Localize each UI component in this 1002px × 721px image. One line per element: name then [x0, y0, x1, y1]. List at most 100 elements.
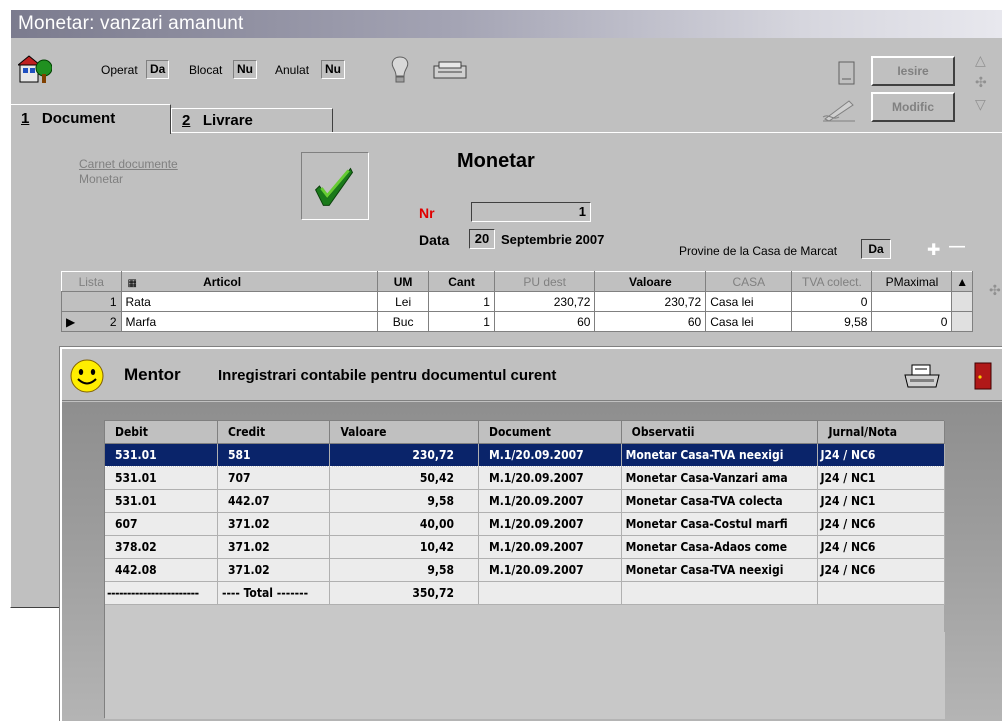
col-um[interactable]: UM — [376, 271, 430, 292]
document-cell[interactable]: M.1/20.09.2007 — [478, 489, 622, 513]
observatii-cell[interactable]: Monetar Casa-TVA neexigi — [621, 558, 819, 582]
valoare-cell[interactable]: 50,42 — [329, 466, 480, 490]
exit-door-icon[interactable] — [972, 362, 994, 390]
table-row[interactable]: 531.01 442.07 9,58 M.1/20.09.2007 Moneta… — [105, 489, 945, 513]
cash-register-icon[interactable] — [431, 60, 469, 82]
table-row[interactable]: 378.02 371.02 10,42 M.1/20.09.2007 Monet… — [105, 535, 945, 559]
pu-dest-cell[interactable]: 60 — [493, 311, 596, 332]
add-cross-icon[interactable]: ✣ — [975, 74, 987, 91]
pmaximal-cell[interactable] — [871, 291, 953, 312]
col-articol[interactable]: ▦ Articol — [120, 271, 378, 292]
valoare-cell[interactable]: 10,42 — [329, 535, 480, 559]
col-pu-dest[interactable]: PU dest — [493, 271, 596, 292]
document-cell[interactable]: M.1/20.09.2007 — [478, 466, 622, 490]
document-cell[interactable]: M.1/20.09.2007 — [478, 535, 622, 559]
printer-icon[interactable] — [902, 363, 942, 391]
articol-cell[interactable]: Marfa — [120, 311, 378, 332]
nr-field[interactable]: 1 — [471, 202, 591, 222]
col-debit[interactable]: Debit — [105, 421, 218, 444]
valoare-cell[interactable]: 230,72 — [329, 443, 480, 467]
observatii-cell[interactable]: Monetar Casa-Adaos come — [621, 535, 819, 559]
col-pmaximal[interactable]: PMaximal — [871, 271, 953, 292]
document-cell[interactable]: M.1/20.09.2007 — [478, 443, 622, 467]
grid-scroll-up-icon[interactable]: ▲ — [951, 271, 973, 292]
col-valoare[interactable]: Valoare — [594, 271, 707, 292]
grid-scrollbar[interactable] — [951, 291, 973, 312]
col-observatii[interactable]: Observatii — [621, 421, 819, 444]
debit-cell[interactable]: 442.08 — [105, 558, 218, 582]
jurnal-cell[interactable]: J24 / NC6 — [817, 535, 945, 559]
remove-row-icon[interactable]: — — [949, 238, 965, 256]
valoare-cell[interactable]: 9,58 — [329, 489, 480, 513]
casa-cell[interactable]: Casa lei — [705, 311, 793, 332]
add-row-icon[interactable]: ✚ — [927, 240, 940, 260]
jurnal-cell[interactable]: J24 / NC1 — [817, 489, 945, 513]
jurnal-cell[interactable]: J24 / NC1 — [817, 466, 945, 490]
casa-cell[interactable]: Casa lei — [705, 291, 793, 312]
debit-cell[interactable]: 378.02 — [105, 535, 218, 559]
col-lista[interactable]: Lista — [61, 271, 122, 292]
observatii-cell[interactable]: Monetar Casa-TVA neexigi — [621, 443, 819, 467]
document-cell[interactable]: M.1/20.09.2007 — [478, 512, 622, 536]
observatii-cell[interactable]: Monetar Casa-Costul marfi — [621, 512, 819, 536]
lightbulb-icon[interactable] — [389, 55, 411, 85]
tab-document[interactable]: 1 Document — [11, 104, 171, 134]
scroll-down-arrow-icon[interactable]: ▽ — [975, 96, 986, 113]
observatii-cell[interactable]: Monetar Casa-TVA colecta — [621, 489, 819, 513]
um-cell[interactable]: Lei — [376, 291, 430, 312]
valoare-cell[interactable]: 60 — [594, 311, 707, 332]
jurnal-cell[interactable]: J24 / NC6 — [817, 512, 945, 536]
col-jurnal-nota[interactable]: Jurnal/Nota — [817, 421, 945, 444]
um-cell[interactable]: Buc — [376, 311, 430, 332]
data-month-year[interactable]: Septembrie 2007 — [501, 232, 604, 247]
pu-dest-cell[interactable]: 230,72 — [493, 291, 596, 312]
grid-scrollbar[interactable] — [951, 311, 973, 332]
data-day-field[interactable]: 20 — [469, 229, 495, 249]
valoare-cell[interactable]: 9,58 — [329, 558, 480, 582]
table-row[interactable]: 531.01 707 50,42 M.1/20.09.2007 Monetar … — [105, 466, 945, 490]
table-row[interactable]: 442.08 371.02 9,58 M.1/20.09.2007 Moneta… — [105, 558, 945, 582]
scroll-up-arrow-icon[interactable]: △ — [975, 52, 986, 69]
debit-cell[interactable]: 531.01 — [105, 466, 218, 490]
carnet-label[interactable]: Carnet documente Monetar — [79, 157, 178, 187]
table-row[interactable]: ▶ 2 Marfa Buc 1 60 60 Casa lei 9,58 0 — [61, 311, 973, 332]
credit-cell[interactable]: 371.02 — [217, 558, 331, 582]
provine-value[interactable]: Da — [861, 239, 891, 259]
cant-cell[interactable]: 1 — [428, 311, 495, 332]
credit-cell[interactable]: 371.02 — [217, 512, 331, 536]
articol-cell[interactable]: Rata — [120, 291, 378, 312]
document-icon[interactable] — [837, 60, 857, 88]
jurnal-cell[interactable]: J24 / NC6 — [817, 558, 945, 582]
debit-cell[interactable]: 531.01 — [105, 443, 218, 467]
operat-value[interactable]: Da — [146, 60, 170, 79]
col-credit[interactable]: Credit — [217, 421, 331, 444]
grid-add-icon[interactable]: ✣ — [989, 282, 1001, 299]
signature-pen-icon[interactable] — [819, 95, 859, 125]
col-cant[interactable]: Cant — [428, 271, 495, 292]
blocat-value[interactable]: Nu — [233, 60, 257, 79]
valoare-cell[interactable]: 230,72 — [594, 291, 707, 312]
document-cell[interactable]: M.1/20.09.2007 — [478, 558, 622, 582]
debit-cell[interactable]: 607 — [105, 512, 218, 536]
anulat-value[interactable]: Nu — [321, 60, 345, 79]
col-tva-colect[interactable]: TVA colect. — [791, 271, 873, 292]
table-row[interactable]: 607 371.02 40,00 M.1/20.09.2007 Monetar … — [105, 512, 945, 536]
iesire-button[interactable]: Iesire — [871, 56, 955, 86]
col-valoare[interactable]: Valoare — [329, 421, 480, 444]
col-casa[interactable]: CASA — [705, 271, 793, 292]
tva-cell[interactable]: 0 — [791, 291, 873, 312]
valoare-cell[interactable]: 40,00 — [329, 512, 480, 536]
modific-button[interactable]: Modific — [871, 92, 955, 122]
col-document[interactable]: Document — [478, 421, 622, 444]
table-row[interactable]: 1 Rata Lei 1 230,72 230,72 Casa lei 0 — [61, 291, 973, 312]
credit-cell[interactable]: 581 — [217, 443, 331, 467]
jurnal-cell[interactable]: J24 / NC6 — [817, 443, 945, 467]
pmaximal-cell[interactable]: 0 — [871, 311, 953, 332]
observatii-cell[interactable]: Monetar Casa-Vanzari ama — [621, 466, 819, 490]
debit-cell[interactable]: 531.01 — [105, 489, 218, 513]
validated-checkbox[interactable] — [301, 152, 369, 220]
cant-cell[interactable]: 1 — [428, 291, 495, 312]
table-row[interactable]: 531.01 581 230,72 M.1/20.09.2007 Monetar… — [105, 443, 945, 467]
credit-cell[interactable]: 371.02 — [217, 535, 331, 559]
credit-cell[interactable]: 442.07 — [217, 489, 331, 513]
